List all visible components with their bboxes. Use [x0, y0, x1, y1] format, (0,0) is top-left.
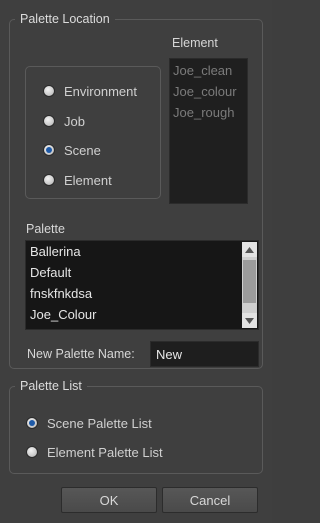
radio-element-palette-list-label: Element Palette List — [47, 444, 163, 460]
radio-element-button[interactable] — [43, 174, 55, 186]
new-palette-name-label: New Palette Name: — [27, 347, 135, 361]
radio-element-palette-list[interactable]: Element Palette List — [26, 443, 163, 461]
palette-list[interactable]: Ballerina Default fnskfnkdsa Joe_Colour — [25, 240, 259, 330]
radio-scene-palette-list[interactable]: Scene Palette List — [26, 414, 152, 432]
element-list[interactable]: Joe_clean Joe_colour Joe_rough — [169, 58, 248, 204]
radio-scene-palette-list-button[interactable] — [26, 417, 38, 429]
ok-button[interactable]: OK — [61, 487, 157, 513]
radio-scene-button[interactable] — [43, 144, 55, 156]
radio-element-label: Element — [64, 172, 112, 188]
radio-element[interactable]: Element — [43, 171, 112, 189]
scroll-up-arrow[interactable] — [242, 242, 257, 257]
palette-list-item[interactable]: Ballerina — [30, 244, 81, 259]
element-list-label: Element — [172, 36, 218, 50]
radio-job-label: Job — [64, 113, 85, 129]
palette-list-label: Palette — [26, 222, 65, 236]
element-list-item[interactable]: Joe_colour — [173, 84, 237, 99]
palette-list-item[interactable]: fnskfnkdsa — [30, 286, 92, 301]
radio-scene[interactable]: Scene — [43, 141, 101, 159]
radio-environment-button[interactable] — [43, 85, 55, 97]
palette-list-group-title: Palette List — [15, 378, 87, 394]
radio-job-button[interactable] — [43, 115, 55, 127]
radio-scene-palette-list-label: Scene Palette List — [47, 415, 152, 431]
palette-dialog: Palette Location Environment Job Scene E… — [0, 0, 272, 523]
palette-list-item[interactable]: Joe_Colour — [30, 307, 97, 322]
scroll-thumb[interactable] — [243, 260, 256, 303]
scroll-down-arrow[interactable] — [242, 313, 257, 328]
radio-scene-label: Scene — [64, 142, 101, 158]
cancel-button[interactable]: Cancel — [162, 487, 258, 513]
radio-environment-label: Environment — [64, 83, 137, 99]
chevron-up-icon — [245, 246, 254, 253]
radio-element-palette-list-button[interactable] — [26, 446, 38, 458]
element-list-item[interactable]: Joe_clean — [173, 63, 232, 78]
new-palette-name-input[interactable] — [150, 341, 259, 367]
chevron-down-icon — [245, 317, 254, 324]
radio-job[interactable]: Job — [43, 112, 85, 130]
palette-location-title: Palette Location — [15, 11, 115, 27]
palette-list-item[interactable]: Default — [30, 265, 71, 280]
element-list-item[interactable]: Joe_rough — [173, 105, 234, 120]
palette-list-scrollbar[interactable] — [242, 242, 257, 328]
radio-environment[interactable]: Environment — [43, 82, 137, 100]
